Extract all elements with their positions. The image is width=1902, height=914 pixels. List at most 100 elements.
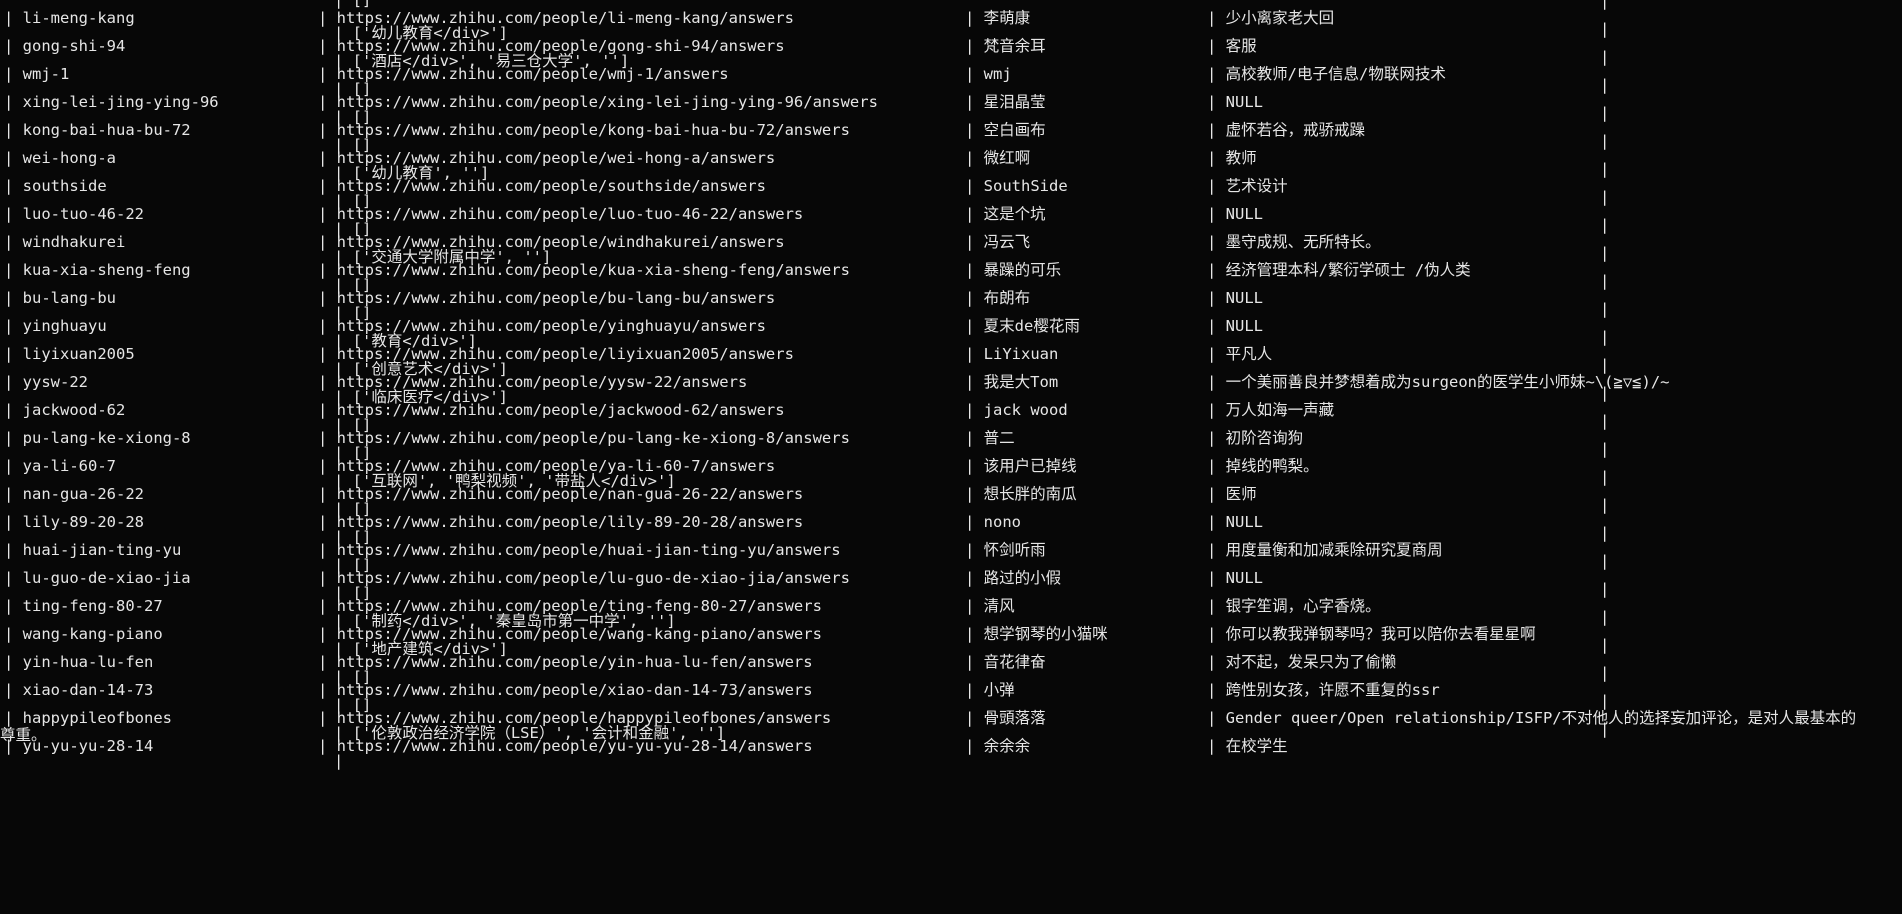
bio: 平凡人 (1225, 345, 1273, 363)
display-name: 小弹 (983, 681, 1015, 699)
bio-cell: | 医师 (1207, 485, 1257, 503)
url-cell: | https://www.zhihu.com/people/kong-bai-… (318, 121, 850, 139)
username-cell: | wei-hong-a (4, 149, 116, 167)
display-name: 这是个坑 (983, 205, 1046, 223)
username-cell: | wmj-1 (4, 65, 70, 83)
username-cell: | lu-guo-de-xiao-jia (4, 569, 191, 587)
url-cell: | https://www.zhihu.com/people/wmj-1/ans… (318, 65, 729, 83)
username-cell: | wang-kang-piano (4, 625, 163, 643)
url-cell: | https://www.zhihu.com/people/nan-gua-2… (318, 485, 804, 503)
bio-cell: | 跨性别女孩，许愿不重复的ssr (1207, 681, 1440, 699)
display-name: 梵音余耳 (983, 37, 1046, 55)
username: liyixuan2005 (22, 345, 135, 363)
column-separator: | (1600, 300, 1610, 318)
display-name: 想长胖的南瓜 (983, 485, 1077, 503)
column-separator: | (1600, 636, 1610, 654)
profile-url: https://www.zhihu.com/people/jackwood-62… (336, 401, 785, 419)
column-separator: | (1600, 160, 1610, 178)
url-cell: | https://www.zhihu.com/people/xiao-dan-… (318, 681, 813, 699)
username: nan-gua-26-22 (22, 485, 144, 503)
bio-cell: | 平凡人 (1207, 345, 1273, 363)
display-name: 怀剑听雨 (983, 541, 1046, 559)
bio-cell: | NULL (1207, 569, 1263, 587)
username-cell: | gong-shi-94 (4, 37, 126, 55)
bio-cell: | 你可以教我弹钢琴吗？我可以陪你去看星星啊 (1207, 625, 1536, 643)
display-name: LiYixuan (983, 345, 1059, 363)
username: southside (22, 177, 107, 195)
bio: 少小离家老大回 (1225, 9, 1335, 27)
display-name: 暴躁的可乐 (983, 261, 1062, 279)
username-cell: | windhakurei (4, 233, 126, 251)
display-name: 普二 (983, 429, 1015, 447)
bio: 经济管理本科/繁衍学硕士 /伪人类 (1225, 261, 1471, 279)
username-cell: | jackwood-62 (4, 401, 126, 419)
username: kua-xia-sheng-feng (22, 261, 191, 279)
username-cell: | yu-yu-yu-28-14 (4, 737, 154, 755)
bio: 客服 (1225, 37, 1257, 55)
display-name-cell: | 这是个坑 (965, 205, 1046, 223)
bio-cell: | NULL (1207, 93, 1263, 111)
profile-url: https://www.zhihu.com/people/huai-jian-t… (336, 541, 841, 559)
display-name: 想学钢琴的小猫咪 (983, 625, 1108, 643)
display-name: jack wood (983, 401, 1068, 419)
display-name-cell: | jack wood (965, 401, 1068, 419)
bio-cell: | 经济管理本科/繁衍学硕士 /伪人类 (1207, 261, 1471, 279)
url-cell: | https://www.zhihu.com/people/southside… (318, 177, 766, 195)
column-separator: | (1600, 384, 1610, 402)
column-separator: | (1600, 720, 1610, 738)
username: li-meng-kang (22, 9, 135, 27)
url-cell: | https://www.zhihu.com/people/pu-lang-k… (318, 429, 850, 447)
bio-cell: | 教师 (1207, 149, 1257, 167)
username: wang-kang-piano (22, 625, 163, 643)
profile-url: https://www.zhihu.com/people/luo-tuo-46-… (336, 205, 804, 223)
display-name-cell: | 梵音余耳 (965, 37, 1046, 55)
username-cell: | xiao-dan-14-73 (4, 681, 154, 699)
bio-cell: | Gender queer/Open relationship/ISFP/不对… (1207, 709, 1857, 727)
display-name: nono (983, 513, 1021, 531)
bio-cell: | 墨守成规、无所特长。 (1207, 233, 1381, 251)
display-name: 微红啊 (983, 149, 1031, 167)
username: bu-lang-bu (22, 289, 116, 307)
profile-url: https://www.zhihu.com/people/bu-lang-bu/… (336, 289, 776, 307)
bio-cell: | 高校教师/电子信息/物联网技术 (1207, 65, 1446, 83)
display-name: 我是大Tom (983, 373, 1059, 391)
bio: 艺术设计 (1225, 177, 1288, 195)
display-name: 音花律奋 (983, 653, 1046, 671)
display-name-cell: | 我是大Tom (965, 373, 1059, 391)
profile-url: https://www.zhihu.com/people/kong-bai-hu… (336, 121, 850, 139)
display-name-cell: | wmj (965, 65, 1012, 83)
username: wei-hong-a (22, 149, 116, 167)
username: ting-feng-80-27 (22, 597, 163, 615)
username: yin-hua-lu-fen (22, 653, 154, 671)
profile-url: https://www.zhihu.com/people/lily-89-20-… (336, 513, 804, 531)
bio-cell: | 少小离家老大回 (1207, 9, 1335, 27)
url-cell: | https://www.zhihu.com/people/yu-yu-yu-… (318, 737, 813, 755)
bio: 在校学生 (1225, 737, 1288, 755)
tags-cell: | (334, 752, 353, 770)
column-separator: | (1600, 76, 1610, 94)
username: windhakurei (22, 233, 126, 251)
bio: 虚怀若谷，戒骄戒躁 (1225, 121, 1366, 139)
username-cell: | ting-feng-80-27 (4, 597, 163, 615)
column-separator: | (1600, 20, 1610, 38)
display-name-cell: | 余余余 (965, 737, 1031, 755)
bio: 掉线的鸭梨。 (1225, 457, 1319, 475)
username-cell: | yin-hua-lu-fen (4, 653, 154, 671)
column-separator: | (1600, 0, 1610, 10)
bio-cell: | NULL (1207, 317, 1263, 335)
username-cell: | huai-jian-ting-yu (4, 541, 182, 559)
bio-cell: | NULL (1207, 289, 1263, 307)
username: yu-yu-yu-28-14 (22, 737, 154, 755)
column-separator: | (1600, 412, 1610, 430)
display-name-cell: | 李萌康 (965, 9, 1031, 27)
display-name-cell: | 骨頭落落 (965, 709, 1046, 727)
display-name-cell: | LiYixuan (965, 345, 1059, 363)
username-cell: | li-meng-kang (4, 9, 135, 27)
bio: 初阶咨询狗 (1225, 429, 1304, 447)
bio: NULL (1225, 93, 1263, 111)
display-name-cell: | 空白画布 (965, 121, 1046, 139)
column-separator: | (1600, 608, 1610, 626)
username-cell: | nan-gua-26-22 (4, 485, 144, 503)
username: yinghuayu (22, 317, 107, 335)
display-name: SouthSide (983, 177, 1068, 195)
